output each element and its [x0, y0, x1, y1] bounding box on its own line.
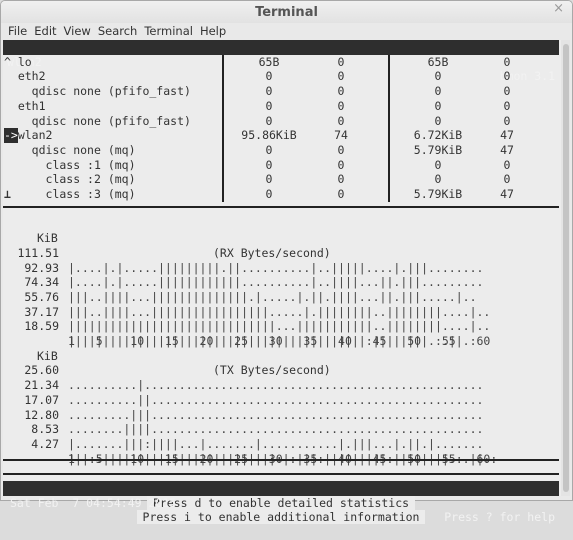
tx_graph-row: 8.53 |.......|||:||||...|.......|.......…	[3, 408, 559, 451]
tx-packets: 0	[503, 69, 511, 84]
status-bar: Sat Feb 7 04:54:49 2015 Press ? for help	[3, 481, 559, 524]
interface-row[interactable]: ⊥ class :3 (mq) 0 0 5.79KiB 47	[3, 187, 559, 202]
close-icon[interactable]: ×	[553, 1, 564, 16]
interface-row[interactable]: qdisc none (pfifo_fast) 0 0 0 0	[3, 84, 559, 99]
scroll-up-indicator: ^	[4, 54, 11, 69]
tx_graph-title-row: KiB (TX Bytes/second)	[3, 334, 559, 378]
interface-row[interactable]: -> wlan2 95.86KiB 74 6.72KiB 47	[3, 128, 559, 143]
rx-packets: 74	[334, 128, 348, 143]
tx_graph-row: 21.34 ..........||......................…	[3, 363, 559, 407]
menu-help[interactable]: Help	[193, 23, 226, 40]
rx_graph-row: 55.76 |||..||||...|||||||||||||||||.....…	[3, 275, 559, 319]
interface-row[interactable]: qdisc none (mq) 0 0 5.79KiB 47	[3, 143, 559, 158]
interface-row[interactable]: ^ lo 65B 0 65B 0	[3, 55, 559, 70]
hint-info-text: Press i to enable additional information	[136, 510, 426, 525]
rx_graph-row: 37.17 ||||||||||||||||||||||||||||||...|…	[3, 290, 559, 334]
rx-packets: 0	[337, 187, 345, 201]
menu-file[interactable]: File	[1, 23, 27, 40]
rx-packets: 0	[337, 113, 345, 128]
rx-packets: 0	[337, 172, 345, 187]
tx-packets: 47	[500, 142, 514, 157]
rx_graph-row: 92.93 |....|.|.....||||||||||||.........…	[3, 246, 559, 290]
menu-search[interactable]: Search	[91, 23, 138, 40]
tx_graph-row: 25.60 ..........|.......................…	[3, 349, 559, 392]
rx-packets: 0	[337, 157, 345, 172]
table-separator	[3, 206, 559, 208]
tx-packets: 0	[503, 172, 511, 187]
rx_graph-row: 74.34 |||..||||...||||||||||||||.|.....|…	[3, 261, 559, 304]
interface-name: class :3 (mq)	[45, 187, 136, 201]
menu-edit[interactable]: Edit	[27, 23, 56, 40]
tx-packets: 0	[503, 157, 511, 172]
bmon-header: wlan2 bmon 3.1	[3, 40, 559, 83]
interface-name: eth1	[17, 98, 46, 113]
interface-row[interactable]: eth1 0 0 0 0	[3, 99, 559, 114]
rx_graph-row: 18.59 ||||||||||||||||||||||||||||||||||…	[3, 305, 559, 348]
rx-packets: 0	[337, 84, 345, 99]
tx-packets: 47	[500, 128, 514, 143]
window-title: Terminal	[255, 5, 318, 20]
status-help: Press ? for help	[444, 510, 555, 525]
rx-packets: 0	[337, 69, 345, 84]
hint-info: Press i to enable additional information	[3, 466, 559, 525]
tx-packets: 0	[503, 84, 511, 99]
rx_graph-title-row: KiB (RX Bytes/second)	[3, 216, 559, 260]
interface-name: qdisc none (mq)	[31, 142, 136, 157]
rx-packets: 0	[337, 98, 345, 113]
interface-row[interactable]: qdisc none (pfifo_fast) 0 0 0 0	[3, 114, 559, 129]
interface-name: class :1 (mq)	[45, 157, 136, 172]
tx-packets: 47	[500, 187, 514, 201]
rx-packets: 0	[337, 142, 345, 157]
tx_graph-row: 12.80 ........||||......................…	[3, 393, 559, 437]
interface-name: lo	[17, 54, 32, 69]
interface-name: qdisc none (pfifo_fast)	[31, 84, 191, 99]
rx_graph-row: 111.51 |....|.|.....|||||||||.||........…	[3, 231, 559, 275]
interface-name: wlan2	[17, 128, 53, 143]
interface-row[interactable]: class :2 (mq) 0 0 0 0	[3, 172, 559, 187]
scrollbar[interactable]	[561, 40, 570, 496]
status-datetime: Sat Feb 7 04:54:49 2015	[10, 495, 177, 510]
rx_graph-x-axis: 1 5 10 15 20 25 30 35 40 45 50 55 60	[3, 319, 559, 348]
hint-details-text: Press d to enable detailed statistics	[146, 495, 416, 510]
terminal-content[interactable]: wlan2 bmon 3.1 ^ lo 65B 0 65B 0 eth2 0 0 0 0 qdisc …	[3, 40, 561, 525]
title-bar: Terminal ×	[1, 1, 572, 23]
menu-terminal[interactable]: Terminal	[137, 23, 193, 40]
menu-bar: File Edit View Search Terminal Help	[1, 23, 572, 41]
interface-row[interactable]: class :1 (mq) 0 0 0 0	[3, 158, 559, 173]
tx-packets: 0	[503, 54, 511, 69]
tx_graph-x-axis: 1 5 10 15 20 25 30 35 40 45 50 55 60	[3, 437, 559, 466]
scrollbar-thumb[interactable]	[563, 44, 569, 492]
hint-details: Press d to enable detailed statistics	[3, 452, 559, 510]
tx-packets: 0	[503, 98, 511, 113]
interface-name: class :2 (mq)	[45, 172, 136, 187]
interface-name: qdisc none (pfifo_fast)	[31, 113, 191, 128]
interface-name: eth2	[17, 69, 46, 84]
interface-row[interactable]: eth2 0 0 0 0	[3, 69, 559, 84]
tx-packets: 0	[503, 113, 511, 128]
scroll-down-indicator: ⊥	[4, 187, 11, 201]
tx_graph-row: 17.07 .........|||......................…	[3, 378, 559, 422]
tx_graph-row: 4.27 |||::|||||||||||||||||||||||||:|:||…	[3, 422, 559, 466]
rx-packets: 0	[337, 54, 345, 69]
cursor-marker: ->	[4, 128, 18, 143]
menu-view[interactable]: View	[57, 23, 91, 40]
